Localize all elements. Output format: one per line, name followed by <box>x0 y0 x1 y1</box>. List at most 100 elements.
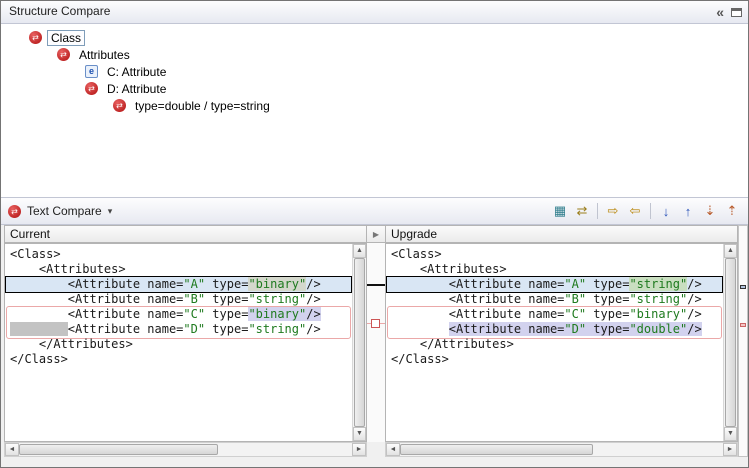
left-vertical-scrollbar[interactable]: ▲ ▼ <box>352 244 366 441</box>
xml-attribute-value: "A" <box>564 277 586 291</box>
tree-item[interactable]: eC: Attribute <box>1 63 748 80</box>
code-line[interactable]: <Attributes> <box>10 262 352 277</box>
scrollbar-thumb[interactable] <box>725 258 736 427</box>
code-line[interactable]: <Class> <box>10 247 352 262</box>
diff-connector-strip <box>367 243 385 442</box>
scrollbar-thumb[interactable] <box>19 444 218 455</box>
xml-attribute-value: "string" <box>629 277 687 291</box>
left-compare-pane[interactable]: <Class> <Attributes> <Attribute name="A"… <box>4 243 367 442</box>
code-line[interactable]: <Attributes> <box>391 262 723 277</box>
xml-attribute-value: "B" <box>564 292 586 306</box>
right-horizontal-scrollbar[interactable]: ◄ ► <box>385 442 738 457</box>
overview-conflict-marker[interactable] <box>740 323 746 327</box>
compare-editor-window: Structure Compare « ⇄Class⇄AttributeseC:… <box>0 0 749 468</box>
copy-all-from-right-to-left-icon[interactable]: ⇦ <box>625 201 645 221</box>
code-line[interactable]: <Attribute name="C" type="binary"/> <box>10 307 352 322</box>
xml-text: <Attribute name= <box>449 322 565 336</box>
tree-item-label: Class <box>47 30 85 46</box>
scrollbar-thumb[interactable] <box>400 444 593 455</box>
xml-attribute-value: "binary" <box>629 307 687 321</box>
code-line[interactable]: <Attribute name="A" type="binary"/> <box>10 277 352 292</box>
scroll-down-button[interactable]: ▼ <box>353 427 366 441</box>
scrollbar-thumb[interactable] <box>354 258 365 427</box>
overview-ruler[interactable] <box>738 225 748 457</box>
selected-diff-connector <box>367 284 385 286</box>
code-line[interactable]: <Attribute name="C" type="binary"/> <box>391 307 723 322</box>
xml-text: /> <box>687 277 701 291</box>
overview-diff-marker[interactable] <box>740 285 746 289</box>
compare-conflict-icon: ⇄ <box>8 205 21 218</box>
code-line[interactable]: </Class> <box>391 352 723 367</box>
xml-text: <Attributes> <box>10 262 126 276</box>
scroll-left-button[interactable]: ◄ <box>5 443 19 456</box>
center-pane-header: ▶ <box>366 225 386 243</box>
right-code-area[interactable]: <Class> <Attributes> <Attribute name="A"… <box>386 244 723 441</box>
code-line[interactable]: <Attribute name="B" type="string"/> <box>10 292 352 307</box>
collapse-icon[interactable]: « <box>716 5 724 19</box>
scroll-right-button[interactable]: ► <box>723 443 737 456</box>
xml-text: type= <box>586 277 629 291</box>
previous-difference-icon[interactable]: ↑ <box>678 201 698 221</box>
left-horizontal-scrollbar[interactable]: ◄ ► <box>4 442 367 457</box>
scroll-up-button[interactable]: ▲ <box>724 244 737 258</box>
left-code-area[interactable]: <Class> <Attributes> <Attribute name="A"… <box>5 244 352 441</box>
structure-compare-title: Structure Compare <box>9 4 110 18</box>
conflict-resolve-handle[interactable] <box>371 319 380 328</box>
xml-attribute-value: "string" <box>629 292 687 306</box>
xml-text: type= <box>205 277 248 291</box>
xml-text <box>391 322 449 336</box>
xml-text: <Attribute name= <box>391 307 564 321</box>
maximize-icon[interactable] <box>731 8 742 17</box>
right-compare-pane[interactable]: <Class> <Attributes> <Attribute name="A"… <box>385 243 738 442</box>
swap-left-and-right-icon[interactable]: ⇄ <box>572 201 592 221</box>
tree-item-label: Attributes <box>75 47 134 63</box>
tree-item[interactable]: ⇄D: Attribute <box>1 80 748 97</box>
xml-text: <Attribute name= <box>391 292 564 306</box>
xml-text: type= <box>205 322 248 336</box>
next-change-icon[interactable]: ⇣ <box>700 201 720 221</box>
xml-text: type= <box>586 292 629 306</box>
scroll-down-button[interactable]: ▼ <box>724 427 737 441</box>
xml-text: /> <box>687 292 701 306</box>
right-vertical-scrollbar[interactable]: ▲ ▼ <box>723 244 737 441</box>
chevron-down-icon[interactable]: ▾ <box>108 206 113 217</box>
xml-attribute-value: "D" <box>564 322 586 336</box>
tree-item[interactable]: ⇄type=double / type=string <box>1 97 748 114</box>
tree-item[interactable]: ⇄Attributes <box>1 46 748 63</box>
xml-attribute-value: "string" <box>248 292 306 306</box>
xml-text: <Attribute name= <box>68 322 184 336</box>
code-line[interactable]: </Attributes> <box>10 337 352 352</box>
right-pane-header: Upgrade <box>385 225 738 243</box>
xml-attribute-value: "A" <box>183 277 205 291</box>
tree-item[interactable]: ⇄ Class <box>1 29 748 46</box>
xml-text: type= <box>586 322 629 336</box>
code-line[interactable]: <Attribute name="D" type="string"/> <box>10 322 352 337</box>
xml-attribute-value: "binary" <box>248 307 306 321</box>
left-pane-header: Current <box>4 225 367 243</box>
xml-attribute-value: "B" <box>183 292 205 306</box>
xml-text: <Class> <box>10 247 61 261</box>
code-line[interactable]: </Class> <box>10 352 352 367</box>
xml-text: <Attribute name= <box>10 307 183 321</box>
show-ancestor-pane-icon[interactable]: ▦ <box>550 201 570 221</box>
scroll-left-button[interactable]: ◄ <box>386 443 400 456</box>
copy-all-from-left-to-right-icon[interactable]: ⇨ <box>603 201 623 221</box>
previous-change-icon[interactable]: ⇡ <box>722 201 742 221</box>
scroll-up-button[interactable]: ▲ <box>353 244 366 258</box>
xml-text: </Class> <box>391 352 449 366</box>
code-line[interactable]: <Class> <box>391 247 723 262</box>
scroll-right-button[interactable]: ► <box>352 443 366 456</box>
xml-text: /> <box>687 322 701 336</box>
code-line[interactable]: <Attribute name="B" type="string"/> <box>391 292 723 307</box>
toolbar-separator <box>597 203 598 219</box>
code-line[interactable]: <Attribute name="D" type="double"/> <box>391 322 723 337</box>
xml-text <box>10 322 68 336</box>
code-line[interactable]: </Attributes> <box>391 337 723 352</box>
xml-attribute-value: "binary" <box>248 277 306 291</box>
code-line[interactable]: <Attribute name="A" type="string"/> <box>391 277 723 292</box>
next-difference-icon[interactable]: ↓ <box>656 201 676 221</box>
conflict-change-icon: ⇄ <box>29 31 42 44</box>
xml-attribute-value: "C" <box>183 307 205 321</box>
xml-text: /> <box>306 322 320 336</box>
xml-text: type= <box>205 292 248 306</box>
